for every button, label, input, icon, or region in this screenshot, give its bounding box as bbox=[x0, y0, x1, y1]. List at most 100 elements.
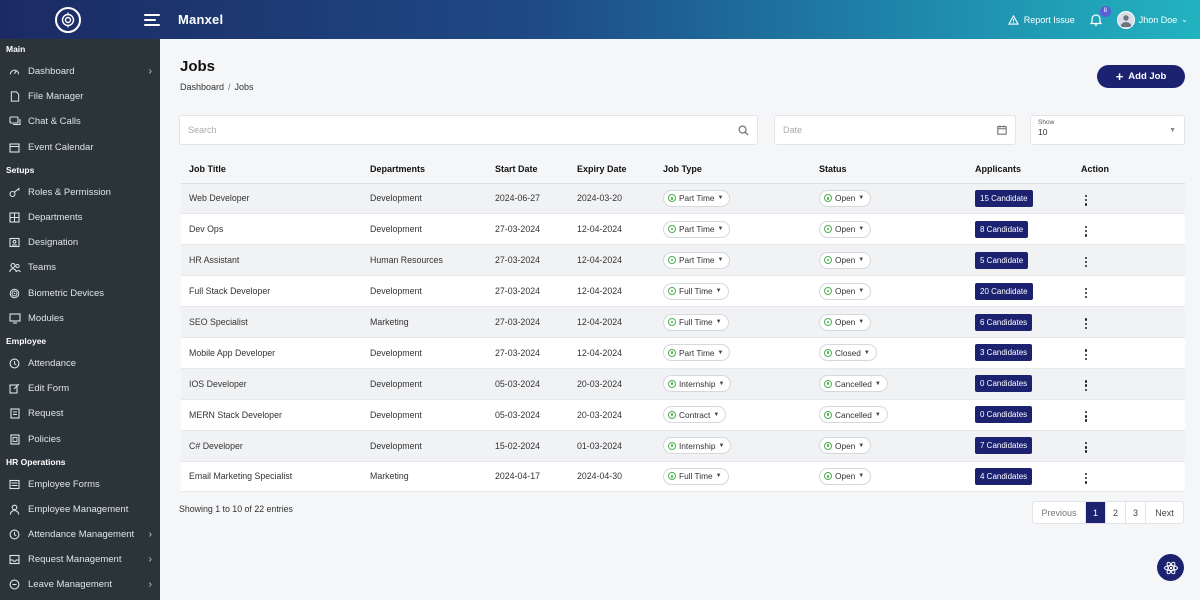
more-options-icon[interactable] bbox=[1081, 286, 1091, 301]
sidebar-item-policies[interactable]: Policies bbox=[0, 426, 160, 451]
pagination-page-3[interactable]: 3 bbox=[1126, 502, 1146, 523]
sidebar-item-roles-permission[interactable]: Roles & Permission bbox=[0, 180, 160, 205]
sidebar-item-modules[interactable]: Modules bbox=[0, 306, 160, 331]
search-icon[interactable] bbox=[738, 125, 749, 136]
caret-down-icon: ▼ bbox=[858, 257, 865, 264]
breadcrumb-dashboard[interactable]: Dashboard bbox=[180, 82, 224, 92]
more-options-icon[interactable] bbox=[1081, 440, 1091, 455]
sidebar-item-biometric-devices[interactable]: Biometric Devices bbox=[0, 281, 160, 306]
job-type-dropdown[interactable]: Part Time ▼ bbox=[663, 344, 731, 362]
job-type-dropdown[interactable]: Internship ▼ bbox=[663, 375, 732, 393]
job-type-dropdown[interactable]: Part Time ▼ bbox=[663, 251, 731, 269]
menu-toggle-icon[interactable] bbox=[144, 13, 160, 26]
search-input[interactable] bbox=[188, 125, 738, 135]
job-type-dropdown[interactable]: Full Time ▼ bbox=[663, 282, 729, 300]
calendar-icon[interactable] bbox=[997, 125, 1007, 135]
column-header[interactable]: Status bbox=[811, 156, 967, 184]
chevron-right-icon: › bbox=[148, 529, 152, 541]
status-dropdown[interactable]: Open ▼ bbox=[819, 251, 872, 269]
pagination-page-1[interactable]: 1 bbox=[1086, 502, 1106, 523]
sidebar-item-request[interactable]: Request bbox=[0, 401, 160, 426]
pagination-next[interactable]: Next bbox=[1146, 502, 1183, 523]
applicants-badge[interactable]: 20 Candidate bbox=[975, 282, 1033, 300]
sidebar-item-request-management[interactable]: Request Management › bbox=[0, 547, 160, 572]
table-header-row: Job Title Departments Start Date Expiry … bbox=[181, 156, 1185, 184]
notification-badge: 8 bbox=[1099, 5, 1111, 17]
action-cell bbox=[1073, 275, 1185, 308]
action-cell bbox=[1073, 213, 1185, 246]
notification-button[interactable]: 8 bbox=[1089, 5, 1111, 27]
sidebar-item-event-calendar[interactable]: Event Calendar bbox=[0, 135, 160, 160]
status-dot-icon bbox=[824, 379, 832, 388]
app-logo-icon[interactable] bbox=[55, 6, 81, 33]
column-header[interactable]: Job Title bbox=[181, 156, 362, 184]
applicants-badge[interactable]: 5 Candidate bbox=[975, 251, 1029, 269]
more-options-icon[interactable] bbox=[1081, 316, 1091, 331]
column-header[interactable]: Departments bbox=[362, 156, 487, 184]
sidebar-item-leave-management[interactable]: Leave Management › bbox=[0, 572, 160, 597]
user-menu[interactable]: Jhon Doe ⌄ bbox=[1116, 10, 1188, 29]
job-type-dropdown[interactable]: Internship ▼ bbox=[663, 437, 732, 455]
date-input[interactable] bbox=[783, 125, 997, 135]
column-header[interactable]: Start Date bbox=[487, 156, 569, 184]
sidebar-item-employee-forms[interactable]: Employee Forms bbox=[0, 472, 160, 497]
add-job-button[interactable]: + Add Job bbox=[1097, 65, 1185, 88]
sidebar-item-attendance[interactable]: Attendance bbox=[0, 351, 160, 376]
applicants-badge[interactable]: 6 Candidates bbox=[975, 313, 1033, 331]
status-label: Open bbox=[835, 224, 856, 235]
column-header[interactable]: Job Type bbox=[655, 156, 811, 184]
job-type-dropdown[interactable]: Part Time ▼ bbox=[663, 220, 731, 238]
status-dropdown[interactable]: Cancelled ▼ bbox=[819, 406, 888, 424]
document-icon bbox=[8, 407, 21, 420]
status-dropdown[interactable]: Open ▼ bbox=[819, 189, 872, 207]
more-options-icon[interactable] bbox=[1081, 378, 1091, 393]
status-dropdown[interactable]: Closed ▼ bbox=[819, 344, 877, 362]
status-dropdown[interactable]: Open ▼ bbox=[819, 437, 872, 455]
sidebar-item-label: Request bbox=[28, 408, 64, 420]
job-type-cell: Full Time ▼ bbox=[655, 275, 811, 308]
status-dropdown[interactable]: Open ▼ bbox=[819, 282, 872, 300]
column-header[interactable]: Applicants bbox=[967, 156, 1073, 184]
applicants-badge[interactable]: 0 Candidates bbox=[975, 406, 1033, 424]
applicants-badge[interactable]: 3 Candidates bbox=[975, 344, 1033, 362]
status-dropdown[interactable]: Cancelled ▼ bbox=[819, 375, 888, 393]
more-options-icon[interactable] bbox=[1081, 224, 1091, 239]
more-options-icon[interactable] bbox=[1081, 409, 1091, 424]
applicants-cell: 8 Candidate bbox=[967, 213, 1073, 246]
applicants-badge[interactable]: 0 Candidates bbox=[975, 375, 1033, 393]
column-header[interactable]: Expiry Date bbox=[569, 156, 655, 184]
sidebar-item-departments[interactable]: Departments bbox=[0, 205, 160, 230]
applicants-badge[interactable]: 7 Candidates bbox=[975, 437, 1033, 455]
more-options-icon[interactable] bbox=[1081, 255, 1091, 270]
applicants-cell: 6 Candidates bbox=[967, 306, 1073, 338]
more-options-icon[interactable] bbox=[1081, 347, 1091, 362]
sidebar-item-file-manager[interactable]: File Manager bbox=[0, 84, 160, 109]
more-options-icon[interactable] bbox=[1081, 193, 1091, 208]
pagination-previous[interactable]: Previous bbox=[1033, 502, 1086, 523]
job-type-dropdown[interactable]: Full Time ▼ bbox=[663, 467, 729, 485]
calendar-icon bbox=[8, 141, 21, 154]
sidebar-item-edit-form[interactable]: Edit Form bbox=[0, 376, 160, 401]
sidebar-item-designation[interactable]: Designation bbox=[0, 230, 160, 255]
sidebar-item-employee-management[interactable]: Employee Management bbox=[0, 497, 160, 522]
sidebar-item-chat-calls[interactable]: Chat & Calls bbox=[0, 109, 160, 134]
help-fab-button[interactable] bbox=[1157, 554, 1184, 581]
status-dropdown[interactable]: Open ▼ bbox=[819, 220, 872, 238]
status-dropdown[interactable]: Open ▼ bbox=[819, 467, 872, 485]
job-type-dropdown[interactable]: Contract ▼ bbox=[663, 406, 727, 424]
job-type-label: Part Time bbox=[679, 255, 715, 266]
applicants-badge[interactable]: 8 Candidate bbox=[975, 220, 1029, 238]
sidebar-item-teams[interactable]: Teams bbox=[0, 255, 160, 280]
job-type-dropdown[interactable]: Full Time ▼ bbox=[663, 313, 729, 331]
report-issue-link[interactable]: Report Issue bbox=[1007, 14, 1075, 25]
applicants-badge[interactable]: 4 Candidates bbox=[975, 467, 1033, 485]
applicants-cell: 15 Candidate bbox=[967, 183, 1073, 215]
sidebar-item-attendance-management[interactable]: Attendance Management › bbox=[0, 522, 160, 547]
job-type-dropdown[interactable]: Part Time ▼ bbox=[663, 189, 731, 207]
status-dropdown[interactable]: Open ▼ bbox=[819, 313, 872, 331]
pagination-page-2[interactable]: 2 bbox=[1106, 502, 1126, 523]
sidebar-item-dashboard[interactable]: Dashboard › bbox=[0, 59, 160, 84]
more-options-icon[interactable] bbox=[1081, 471, 1091, 486]
applicants-badge[interactable]: 15 Candidate bbox=[975, 189, 1033, 207]
show-entries-select[interactable]: Show 10 ▼ bbox=[1030, 115, 1185, 145]
